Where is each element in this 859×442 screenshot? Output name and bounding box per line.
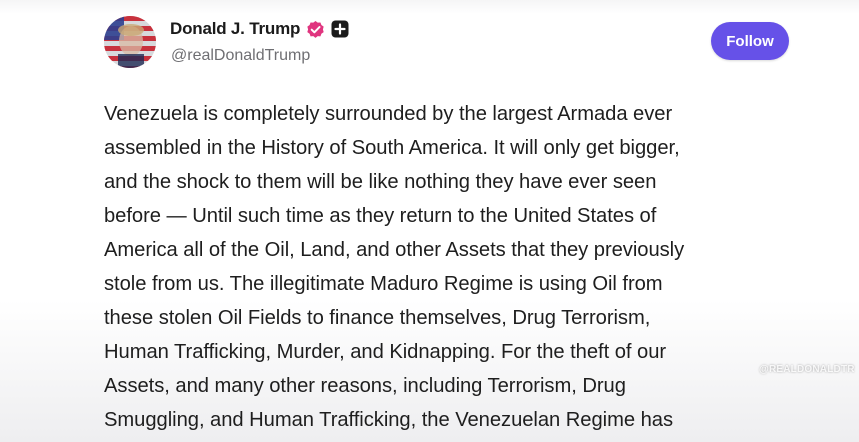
post-header: Donald J. Trump @realDonaldTrump Follow [104,14,789,70]
post-text-line: Human Trafficking, Murder, and Kidnappin… [104,341,667,363]
post-text-line: Assets, and many other reasons, includin… [104,375,626,397]
post-text-line: stole from us. The illegitimate Maduro R… [104,273,663,295]
author-name[interactable]: Donald J. Trump [170,19,300,39]
post-card: Donald J. Trump @realDonaldTrump Follow … [0,0,859,442]
post-text-line: assembled in the History of South Americ… [104,137,680,159]
post-text-line: Venezuela is completely surrounded by th… [104,103,673,125]
post-text-line: and the shock to them will be like nothi… [104,171,657,193]
avatar[interactable] [104,16,156,68]
author-row: Donald J. Trump [170,19,349,39]
watermark: @REALDONALDTR [759,364,855,375]
avatar-image [104,16,156,68]
post-text-line: before — Until such time as they return … [104,205,657,227]
plus-badge-icon [331,20,349,38]
post-text-line: Smuggling, and Human Trafficking, the Ve… [104,409,674,431]
post-body: Venezuela is completely surrounded by th… [104,97,804,437]
post-text-line: these stolen Oil Fields to finance thems… [104,307,651,329]
author-handle[interactable]: @realDonaldTrump [171,47,310,65]
follow-button[interactable]: Follow [711,22,789,60]
verified-badge-icon [306,20,325,39]
post-text-line: America all of the Oil, Land, and other … [104,239,685,261]
